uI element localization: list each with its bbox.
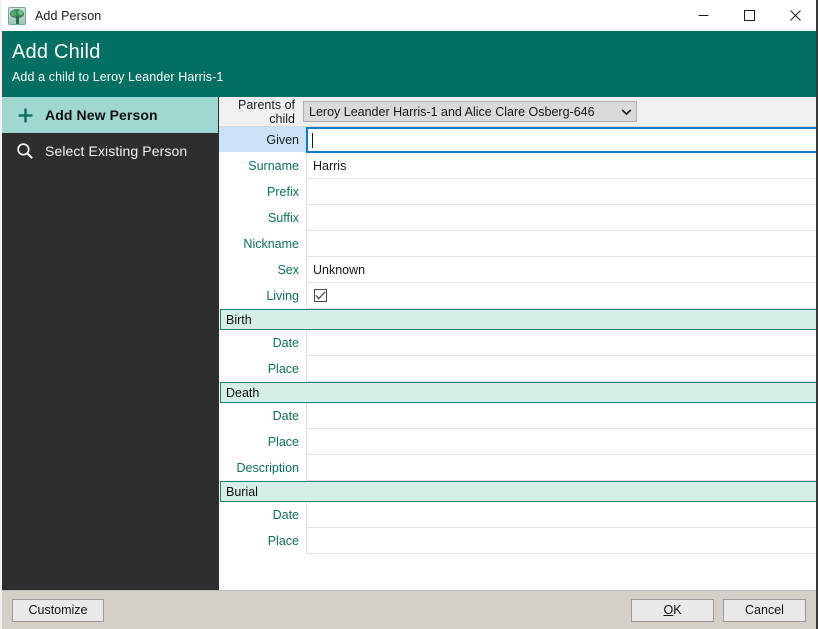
search-icon xyxy=(10,142,40,160)
form-pane: Parents of child Leroy Leander Harris-1 … xyxy=(218,97,818,590)
label-sex: Sex xyxy=(219,257,306,283)
label-burial-place: Place xyxy=(219,528,306,554)
form-row-suffix: Suffix xyxy=(219,205,818,231)
label-suffix: Suffix xyxy=(219,205,306,231)
label-prefix: Prefix xyxy=(219,179,306,205)
text-caret xyxy=(312,132,313,148)
label-burial-date: Date xyxy=(219,502,306,528)
label-death-place: Place xyxy=(219,429,306,455)
input-given[interactable] xyxy=(306,127,818,153)
label-surname: Surname xyxy=(219,153,306,179)
family-tree-icon xyxy=(8,6,26,25)
sidebar-item-select-existing-person-label: Select Existing Person xyxy=(45,143,188,159)
close-button[interactable] xyxy=(772,0,818,31)
customize-button[interactable]: Customize xyxy=(12,598,104,622)
form-row-prefix: Prefix xyxy=(219,179,818,205)
sidebar-item-add-new-person[interactable]: Add New Person xyxy=(0,97,218,133)
banner-title: Add Child xyxy=(12,41,101,63)
input-prefix[interactable] xyxy=(306,179,818,205)
minimize-button[interactable] xyxy=(680,0,726,31)
input-nickname[interactable] xyxy=(306,231,818,257)
input-suffix[interactable] xyxy=(306,205,818,231)
form-row-sex: Sex Unknown xyxy=(219,257,818,283)
title-bar: Add Person xyxy=(0,0,818,31)
label-birth-date: Date xyxy=(219,330,306,356)
ok-button[interactable]: OK xyxy=(631,598,714,622)
input-death-date[interactable] xyxy=(306,403,818,429)
form-row-death-description: Description xyxy=(219,455,818,481)
parents-select-value: Leroy Leander Harris-1 and Alice Clare O… xyxy=(309,104,595,119)
section-header-birth: Birth xyxy=(220,309,817,330)
dialog-body: Add New Person Select Existing Person Pa… xyxy=(0,97,818,590)
minimize-icon xyxy=(698,15,708,16)
input-birth-place[interactable] xyxy=(306,356,818,382)
living-checkbox-cell[interactable] xyxy=(306,283,818,309)
ok-button-accel: O xyxy=(663,603,674,617)
form-row-death-place: Place xyxy=(219,429,818,455)
sidebar-item-add-new-person-label: Add New Person xyxy=(45,107,158,123)
label-given: Given xyxy=(219,127,306,153)
add-person-dialog: Add Person Add Child Add a child to Lero… xyxy=(0,0,818,629)
cancel-button[interactable]: Cancel xyxy=(723,598,806,622)
close-icon xyxy=(789,10,801,21)
plus-icon xyxy=(10,107,40,124)
form-row-surname: Surname Harris xyxy=(219,153,818,179)
form-row-nickname: Nickname xyxy=(219,231,818,257)
form-row-birth-date: Date xyxy=(219,330,818,356)
form-row-burial-date: Date xyxy=(219,502,818,528)
dialog-banner: Add Child Add a child to Leroy Leander H… xyxy=(0,31,818,97)
form-row-living: Living xyxy=(219,283,818,309)
maximize-button[interactable] xyxy=(726,0,772,31)
input-death-place[interactable] xyxy=(306,429,818,455)
ok-button-label: K xyxy=(673,603,682,617)
parents-label: Parents of child xyxy=(238,97,295,126)
input-birth-date[interactable] xyxy=(306,330,818,356)
mode-sidebar: Add New Person Select Existing Person xyxy=(0,97,218,590)
window-title: Add Person xyxy=(35,8,102,23)
input-burial-place[interactable] xyxy=(306,528,818,554)
sidebar-item-select-existing-person[interactable]: Select Existing Person xyxy=(0,133,218,169)
form-row-burial-place: Place xyxy=(219,528,818,554)
section-header-death: Death xyxy=(220,382,817,403)
input-surname[interactable]: Harris xyxy=(306,153,818,179)
checkmark-icon xyxy=(315,291,326,300)
label-birth-place: Place xyxy=(219,356,306,382)
form-row-death-date: Date xyxy=(219,403,818,429)
form-rows: Given Surname Harris Prefix Suffix Nickn… xyxy=(219,127,818,590)
input-sex[interactable]: Unknown xyxy=(306,257,818,283)
input-burial-date[interactable] xyxy=(306,502,818,528)
window-controls xyxy=(680,0,818,31)
parents-select[interactable]: Leroy Leander Harris-1 and Alice Clare O… xyxy=(303,101,637,122)
banner-subtitle: Add a child to Leroy Leander Harris-1 xyxy=(12,70,224,84)
input-death-description[interactable] xyxy=(306,455,818,481)
label-living: Living xyxy=(219,283,306,309)
label-nickname: Nickname xyxy=(219,231,306,257)
label-death-date: Date xyxy=(219,403,306,429)
section-header-burial: Burial xyxy=(220,481,817,502)
living-checkbox[interactable] xyxy=(314,289,327,302)
dialog-footer: Customize OK Cancel xyxy=(0,590,818,629)
label-death-description: Description xyxy=(219,455,306,481)
window-left-edge xyxy=(0,0,2,629)
parents-row: Parents of child Leroy Leander Harris-1 … xyxy=(219,97,818,127)
form-row-birth-place: Place xyxy=(219,356,818,382)
form-row-given: Given xyxy=(219,127,818,153)
maximize-icon xyxy=(743,10,755,21)
chevron-down-icon xyxy=(616,108,636,116)
